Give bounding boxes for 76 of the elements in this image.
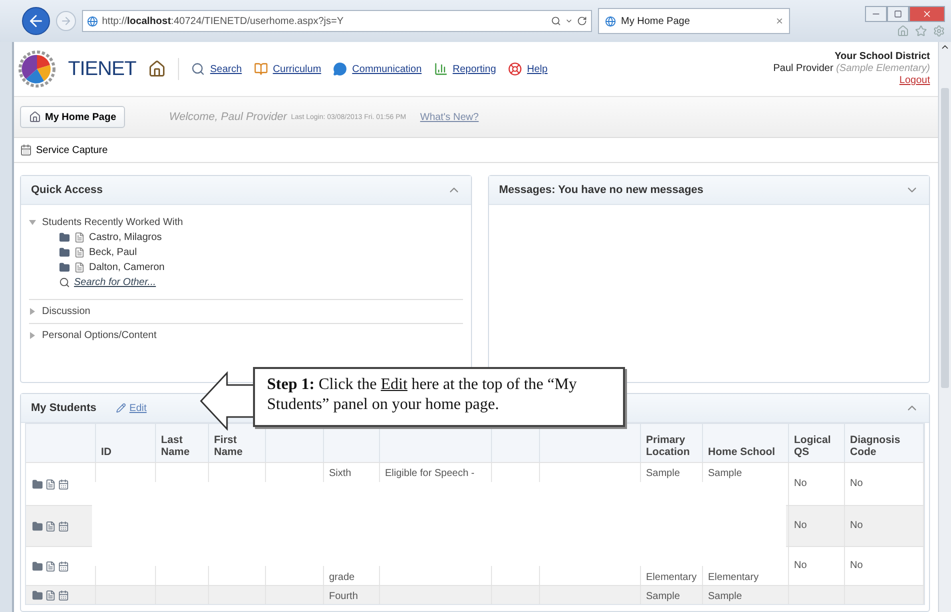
search-icon <box>59 276 70 288</box>
section-toggle[interactable]: Discussion <box>42 306 90 317</box>
folder-icon[interactable] <box>32 520 43 532</box>
student-link[interactable]: Castro, Milagros <box>89 232 162 242</box>
panel-title: Quick Access <box>31 184 103 196</box>
school-name: (Sample Elementary) <box>836 63 930 74</box>
nav-link[interactable]: Communication <box>333 62 422 76</box>
pencil-icon <box>116 403 126 413</box>
document-icon[interactable] <box>45 520 56 532</box>
brand-name: TIENET <box>68 58 136 80</box>
student-link[interactable]: Beck, Paul <box>89 246 137 258</box>
document-icon[interactable] <box>74 246 85 258</box>
scrollbar-thumb[interactable] <box>941 88 949 388</box>
close-button[interactable] <box>909 6 945 22</box>
folder-icon[interactable] <box>59 246 70 258</box>
student-link[interactable]: Dalton, Cameron <box>89 262 165 272</box>
close-tab-button[interactable]: × <box>776 14 783 28</box>
table-cell: Sample <box>703 586 789 604</box>
lifebuoy-icon <box>508 62 522 76</box>
minimize-button[interactable] <box>865 6 887 22</box>
address-bar[interactable]: http://localhost:40724/TIENETD/userhome.aspx?js=Y <box>82 10 592 32</box>
calendar-icon <box>20 144 32 156</box>
triangle-icon[interactable] <box>29 332 36 339</box>
search-icon <box>191 62 206 76</box>
maximize-icon <box>894 10 902 18</box>
user-name: Paul Provider <box>773 63 834 74</box>
table-cell: Fourth <box>324 586 380 604</box>
home-icon[interactable] <box>148 60 166 78</box>
triangle-icon[interactable] <box>29 308 36 315</box>
document-icon[interactable] <box>45 478 56 490</box>
triangle-icon[interactable] <box>29 219 36 226</box>
panel-title: My Students <box>31 402 96 414</box>
browser-tab[interactable]: My Home Page × <box>598 8 790 34</box>
document-icon[interactable] <box>45 560 56 572</box>
folder-icon[interactable] <box>32 560 43 572</box>
home-page-button[interactable]: My Home Page <box>20 106 126 128</box>
service-capture-button[interactable]: Service Capture <box>20 144 108 156</box>
maximize-button[interactable] <box>887 6 909 22</box>
folder-icon[interactable] <box>59 262 70 272</box>
globe-icon <box>87 16 98 26</box>
table-cell: Sample <box>641 586 703 604</box>
speech-bubble-icon <box>333 62 348 76</box>
section-toggle[interactable]: Students Recently Worked With <box>42 217 183 228</box>
logout-link[interactable]: Logout <box>899 75 930 87</box>
district-name: Your School District <box>834 51 930 63</box>
nav-link[interactable]: Help <box>508 62 548 76</box>
folder-icon[interactable] <box>59 232 70 242</box>
home-icon <box>29 111 41 123</box>
search-other-link[interactable]: Search for Other... <box>74 276 156 288</box>
folder-icon[interactable] <box>32 590 43 600</box>
caret-icon[interactable] <box>565 17 573 25</box>
document-icon[interactable] <box>45 590 56 600</box>
welcome-text: Welcome, Paul Provider <box>169 111 287 123</box>
panel-title: Messages: You have no new messages <box>499 184 704 196</box>
calendar-icon[interactable] <box>58 590 69 600</box>
calendar-icon[interactable] <box>58 478 69 490</box>
nav-link[interactable]: Search <box>191 62 242 76</box>
refresh-icon[interactable] <box>577 16 587 26</box>
callout-text: Step 1: Click the Edit here at the top of the “My Students” panel on your home page. <box>253 367 625 427</box>
folder-icon[interactable] <box>32 478 43 490</box>
right-arrow-icon <box>60 15 72 27</box>
section-toggle[interactable]: Personal Options/Content <box>42 330 157 341</box>
edit-link[interactable]: Edit <box>116 402 147 414</box>
document-icon[interactable] <box>74 262 85 272</box>
globe-icon <box>605 16 616 26</box>
close-icon <box>922 8 932 18</box>
nav-link[interactable]: Reporting <box>434 62 496 76</box>
calendar-icon[interactable] <box>58 520 69 532</box>
bar-chart-icon <box>434 62 448 76</box>
nav-link[interactable]: Curriculum <box>254 62 322 76</box>
book-icon <box>254 62 268 76</box>
star-icon[interactable] <box>915 24 927 36</box>
calendar-icon[interactable] <box>58 560 69 572</box>
back-button[interactable] <box>22 7 50 35</box>
document-icon[interactable] <box>74 232 85 242</box>
search-icon[interactable] <box>551 16 561 26</box>
